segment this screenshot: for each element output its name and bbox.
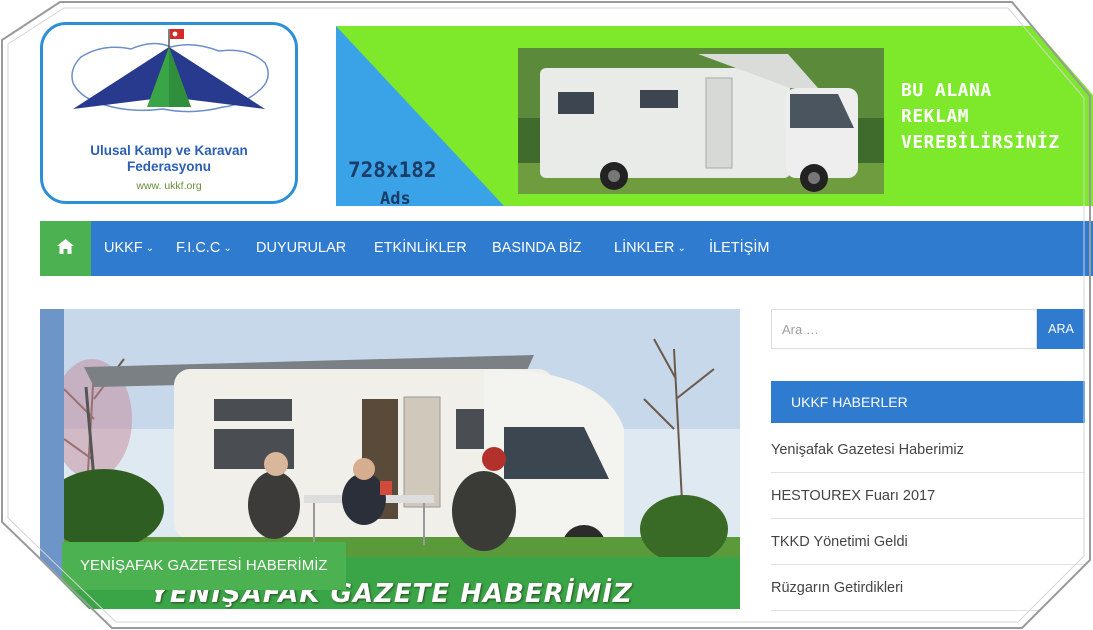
news-widget-title: UKKF HABERLER	[771, 381, 1085, 423]
nav-item-linkler[interactable]: LİNKLER ⌄	[614, 221, 686, 276]
featured-post-title[interactable]: YENİŞAFAK GAZETESİ HABERİMİZ	[62, 542, 346, 590]
nav-item-duyurular[interactable]: DUYURULAR	[256, 221, 346, 276]
chevron-down-icon: ⌄	[223, 243, 232, 254]
promo-line1: BU ALANA	[901, 80, 992, 101]
site-logo[interactable]: Ulusal Kamp ve Karavan Federasyonu www. …	[40, 22, 298, 204]
chevron-down-icon: ⌄	[677, 243, 686, 254]
ad-ads-label: Ads	[380, 189, 411, 206]
ad-promo-text: BU ALANA REKLAM VEREBİLİRSİNİZ	[901, 78, 1060, 156]
search-button[interactable]: ARA	[1037, 309, 1085, 349]
ad-size-label: 728x182	[348, 158, 437, 182]
nav-home-button[interactable]	[40, 221, 91, 276]
nav-item-etkinlikler[interactable]: ETKİNLİKLER	[374, 221, 467, 276]
logo-url: www. ukkf.org	[136, 180, 202, 192]
chevron-down-icon: ⌄	[145, 243, 155, 254]
news-link[interactable]: HESTOUREX Fuarı 2017	[771, 473, 1085, 519]
featured-post[interactable]: YENİŞAFAK GAZETE HABERİMİZ YENİŞAFAK GAZ…	[40, 309, 740, 609]
promo-line3: VEREBİLİRSİNİZ	[901, 132, 1060, 153]
nav-item-ficc[interactable]: F.I.C.C ⌄	[176, 221, 232, 276]
ad-banner[interactable]: 728x182 Ads BU ALANA REKLAM VEREBİLİRSİN…	[336, 26, 1093, 206]
motorhome-ad-image	[518, 48, 884, 194]
tent-emblem-icon	[71, 29, 269, 113]
nav-item-iletisim[interactable]: İLETİŞİM	[709, 221, 769, 276]
home-icon	[57, 239, 74, 254]
nav-item-basinda-biz[interactable]: BASINDA BİZ	[492, 221, 581, 276]
promo-line2: REKLAM	[901, 106, 970, 127]
search-input[interactable]	[771, 309, 1037, 349]
news-link[interactable]: Yenişafak Gazetesi Haberimiz	[771, 427, 1085, 473]
logo-name-line2: Federasyonu	[126, 159, 212, 174]
news-link[interactable]: Rüzgarın Getirdikleri	[771, 565, 1085, 611]
main-navigation: UKKF ⌄ F.I.C.C ⌄ DUYURULAR ETKİNLİKLER BAS…	[40, 221, 1093, 276]
logo-name-line1: Ulusal Kamp ve Karavan	[90, 143, 248, 158]
news-link[interactable]: TKKD Yönetimi Geldi	[771, 519, 1085, 565]
nav-item-ukkf[interactable]: UKKF ⌄	[104, 221, 154, 276]
